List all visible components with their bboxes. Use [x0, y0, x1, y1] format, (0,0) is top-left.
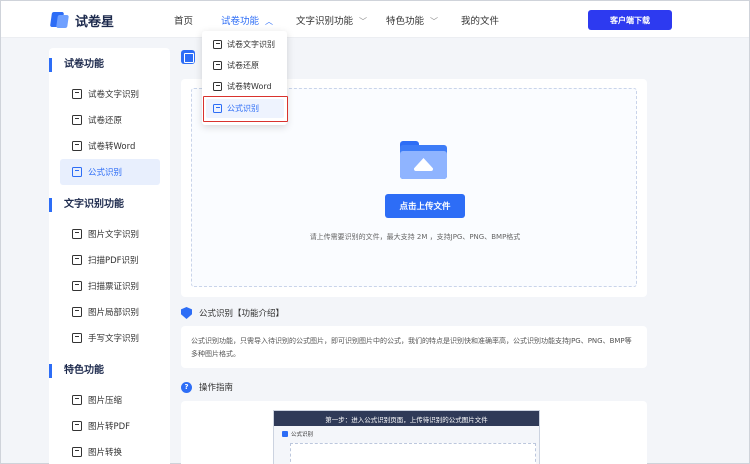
guide-dropzone-preview — [290, 443, 536, 464]
upload-hint: 请上传需要识别的文件，最大支持 2M ，支持JPG、PNG、BMP格式 — [309, 233, 521, 241]
guide-screenshot: 第一步：进入公式识别页面，上传待识别的公式图片文件 公式识别 — [273, 410, 540, 464]
compress-icon — [72, 395, 82, 405]
pdf-icon — [72, 421, 82, 431]
sidebar-item-formula-recognition[interactable]: 公式识别 — [60, 159, 160, 185]
sidebar-item-exam-restore[interactable]: 试卷还原 — [60, 107, 160, 133]
sidebar-section-title: 文字识别功能 — [49, 198, 124, 212]
document-text-icon — [72, 89, 82, 99]
question-icon: ? — [181, 381, 192, 393]
guide-step-subtitle: 公式识别 — [282, 430, 313, 438]
sidebar-item-exam-text-recognition[interactable]: 试卷文字识别 — [60, 81, 160, 107]
ticket-icon — [72, 281, 82, 291]
document-text-icon — [213, 40, 222, 49]
sidebar-item-image-convert[interactable]: 图片转换 — [60, 439, 160, 464]
nav-special-features[interactable]: 特色功能 ﹀ — [386, 13, 438, 27]
handwriting-icon — [72, 333, 82, 343]
sidebar-item-image-compress[interactable]: 图片压缩 — [60, 387, 160, 413]
sidebar-item-exam-to-word[interactable]: 试卷转Word — [60, 133, 160, 159]
guide-step-banner: 第一步：进入公式识别页面，上传待识别的公式图片文件 — [274, 411, 539, 426]
upload-file-button[interactable]: 点击上传文件 — [385, 194, 465, 218]
convert-icon — [72, 447, 82, 457]
image-crop-icon — [72, 307, 82, 317]
intro-heading: 公式识别【功能介绍】 — [181, 307, 284, 319]
sidebar-section-title: 试卷功能 — [49, 58, 104, 72]
formula-icon — [282, 431, 288, 437]
dropdown-item-exam-restore[interactable]: 试卷还原 — [206, 56, 284, 75]
shield-icon — [181, 307, 192, 319]
guide-heading: ? 操作指南 — [181, 381, 233, 393]
chevron-down-icon: ﹀ — [359, 17, 368, 26]
nav-my-files[interactable]: 我的文件 — [461, 13, 499, 27]
sidebar-item-handwriting[interactable]: 手写文字识别 — [60, 325, 160, 351]
guide-card: 第一步：进入公式识别页面，上传待识别的公式图片文件 公式识别 — [181, 401, 647, 464]
folder-upload-icon — [400, 141, 447, 179]
scan-pdf-icon — [72, 255, 82, 265]
document-restore-icon — [213, 61, 222, 70]
chevron-up-icon: ︿ — [265, 17, 274, 26]
download-client-button[interactable]: 客户端下载 — [588, 10, 672, 30]
document-restore-icon — [72, 115, 82, 125]
sidebar-item-image-text-recognition[interactable]: 图片文字识别 — [60, 221, 160, 247]
dropdown-item-exam-to-word[interactable]: 试卷转Word — [206, 77, 284, 96]
sidebar-item-scan-pdf[interactable]: 扫描PDF识别 — [60, 247, 160, 273]
dropdown-item-exam-text-recognition[interactable]: 试卷文字识别 — [206, 35, 284, 54]
chevron-down-icon: ﹀ — [430, 17, 439, 26]
word-convert-icon — [72, 141, 82, 151]
image-text-icon — [72, 229, 82, 239]
sidebar-item-image-partial[interactable]: 图片局部识别 — [60, 299, 160, 325]
sidebar: 试卷功能 试卷文字识别 试卷还原 试卷转Word 公式识别 文字识别功能 图片文… — [49, 48, 170, 464]
word-convert-icon — [213, 82, 222, 91]
sidebar-item-scan-ticket[interactable]: 扫描票证识别 — [60, 273, 160, 299]
sidebar-section-title: 特色功能 — [49, 364, 104, 378]
sidebar-item-image-to-pdf[interactable]: 图片转PDF — [60, 413, 160, 439]
highlight-annotation — [203, 96, 288, 122]
nav-home[interactable]: 首页 — [174, 13, 193, 27]
top-header: 试卷星 首页 试卷功能 ︿ 文字识别功能 ﹀ 特色功能 ﹀ 我的文件 客户端下载 — [1, 1, 749, 38]
formula-icon — [181, 50, 195, 64]
nav-text-recognition[interactable]: 文字识别功能 ﹀ — [296, 13, 367, 27]
formula-icon — [72, 167, 82, 177]
intro-description: 公式识别功能，只需导入待识别的公式图片，即可识别图片中的公式，我们的特点是识别快… — [181, 326, 647, 368]
logo-icon — [49, 11, 69, 29]
brand-name: 试卷星 — [75, 14, 115, 30]
nav-exam-features[interactable]: 试卷功能 ︿ — [221, 13, 273, 27]
logo[interactable]: 试卷星 — [49, 10, 114, 30]
